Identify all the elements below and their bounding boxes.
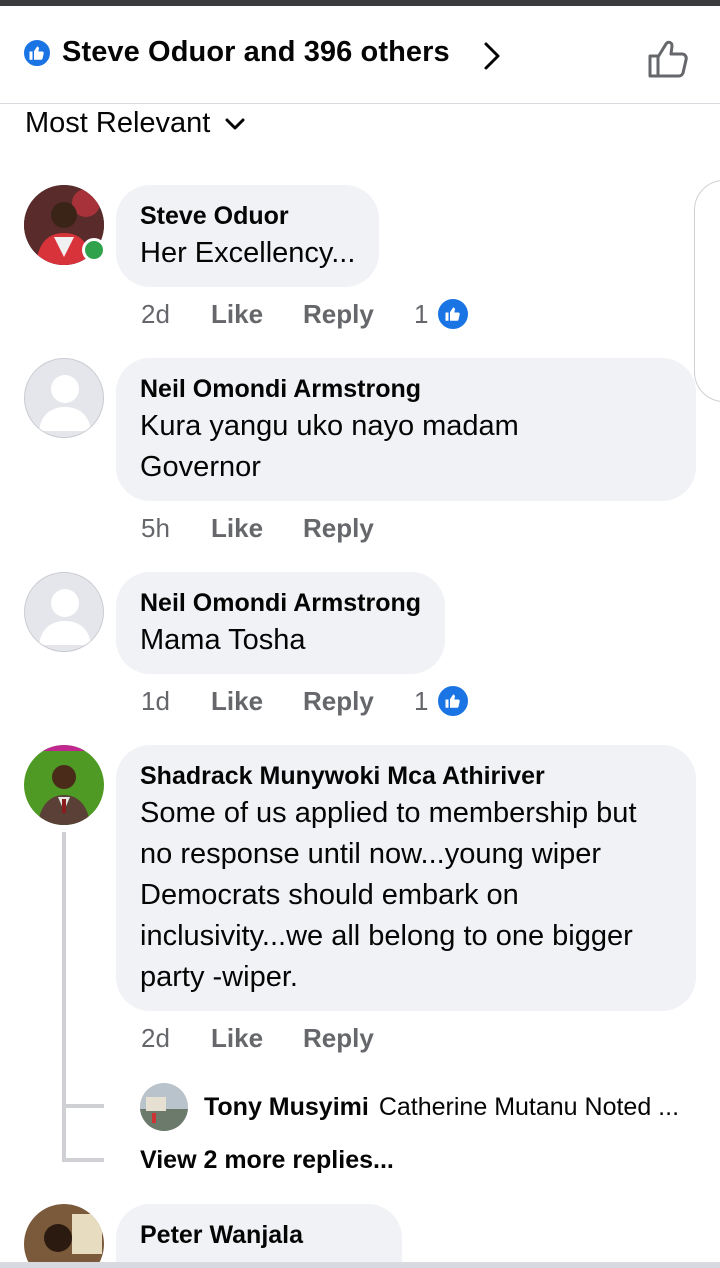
- reactions-summary-link[interactable]: Steve Oduor and 396 others: [62, 36, 450, 69]
- reactions-header: Steve Oduor and 396 others: [0, 6, 720, 104]
- comment-timestamp[interactable]: 2d: [141, 1023, 211, 1054]
- bottom-edge: [0, 1262, 720, 1268]
- default-avatar-icon[interactable]: [24, 572, 104, 652]
- comment-actions: 1d Like Reply: [141, 686, 413, 717]
- comment-text: Mama Tosha: [140, 624, 306, 656]
- like-button[interactable]: Like: [211, 299, 303, 330]
- reply-text: Catherine Mutanu Noted ...: [378, 1092, 680, 1121]
- comment-author[interactable]: Shadrack Munywoki Mca Athiriver: [140, 759, 672, 793]
- thread-line: [62, 832, 66, 1162]
- thumbs-up-outline-icon[interactable]: [644, 36, 692, 84]
- sort-dropdown[interactable]: Most Relevant: [25, 107, 246, 140]
- comment-author[interactable]: Peter Wanjala: [140, 1218, 378, 1252]
- comment-text: Some of us applied to membership but no …: [140, 797, 637, 993]
- comment-author[interactable]: Neil Omondi Armstrong: [140, 372, 672, 406]
- reply-preview[interactable]: Tony Musyimi Catherine Mutanu Noted ...: [140, 1082, 710, 1132]
- comment-bubble[interactable]: Steve Oduor Her Excellency...: [116, 185, 380, 287]
- avatar[interactable]: [24, 1204, 104, 1268]
- like-button[interactable]: Like: [211, 1023, 303, 1054]
- like-reaction-icon: [436, 297, 471, 331]
- comment-bubble[interactable]: Neil Omondi Armstrong Kura yangu uko nay…: [116, 358, 696, 501]
- sort-label: Most Relevant: [25, 107, 211, 139]
- reply-button[interactable]: Reply: [303, 686, 413, 717]
- comment-actions: 5h Like Reply: [141, 513, 413, 544]
- comment-timestamp[interactable]: 2d: [141, 299, 211, 330]
- avatar[interactable]: [140, 1083, 188, 1131]
- reaction-count-number: 1: [414, 685, 429, 716]
- comment-actions: 2d Like Reply: [141, 1023, 413, 1054]
- reaction-count[interactable]: 1: [414, 297, 471, 331]
- comment-timestamp[interactable]: 1d: [141, 686, 211, 717]
- comment-text: Kura yangu uko nayo madam Governor: [140, 410, 519, 483]
- reaction-count[interactable]: 1: [414, 684, 471, 718]
- like-reaction-icon: [436, 684, 471, 718]
- like-reaction-icon: [22, 38, 52, 68]
- view-more-replies-link[interactable]: View 2 more replies...: [140, 1146, 394, 1175]
- comment-bubble[interactable]: Neil Omondi Armstrong Mama Tosha: [116, 572, 446, 674]
- reply-button[interactable]: Reply: [303, 513, 413, 544]
- reply-button[interactable]: Reply: [303, 1023, 413, 1054]
- reaction-count-number: 1: [414, 298, 429, 329]
- thread-connector: [62, 1104, 104, 1108]
- reply-button[interactable]: Reply: [303, 299, 413, 330]
- comment-bubble[interactable]: Shadrack Munywoki Mca Athiriver Some of …: [116, 745, 696, 1011]
- reply-author[interactable]: Tony Musyimi: [204, 1093, 369, 1122]
- comment-author[interactable]: Steve Oduor: [140, 199, 355, 233]
- thread-connector: [62, 1158, 104, 1162]
- avatar[interactable]: [24, 745, 104, 825]
- default-avatar-icon[interactable]: [24, 358, 104, 438]
- comment-timestamp[interactable]: 5h: [141, 513, 211, 544]
- chevron-right-icon[interactable]: [478, 40, 506, 72]
- comment-actions: 2d Like Reply: [141, 299, 413, 330]
- like-button[interactable]: Like: [211, 513, 303, 544]
- online-status-indicator: [82, 238, 106, 262]
- comment-author[interactable]: Neil Omondi Armstrong: [140, 586, 421, 620]
- like-button[interactable]: Like: [211, 686, 303, 717]
- comment-bubble[interactable]: Peter Wanjala: [116, 1204, 402, 1268]
- chevron-down-icon: [225, 118, 245, 129]
- comment-text: Her Excellency...: [140, 237, 356, 269]
- side-card-edge: [694, 180, 720, 402]
